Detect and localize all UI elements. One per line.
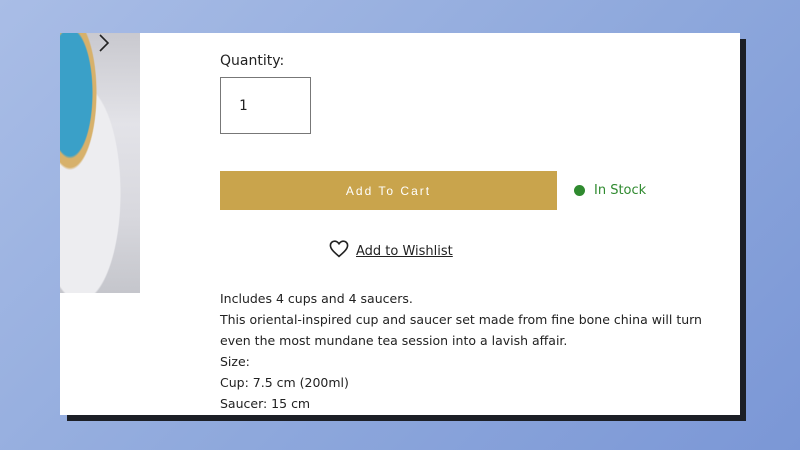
- description-line: This oriental-inspired cup and saucer se…: [220, 312, 702, 348]
- description-line: Size:: [220, 354, 250, 369]
- product-image: [60, 33, 140, 293]
- product-description: Includes 4 cups and 4 saucers. This orie…: [220, 288, 720, 414]
- product-panel: Quantity: Add To Cart In Stock Add to Wi…: [60, 33, 740, 415]
- stock-indicator-dot: [574, 185, 585, 196]
- quantity-input[interactable]: [220, 77, 311, 134]
- chevron-right-icon[interactable]: [94, 33, 114, 53]
- description-line: Includes 4 cups and 4 saucers.: [220, 291, 413, 306]
- wishlist-label: Add to Wishlist: [356, 243, 453, 259]
- description-line: Cup: 7.5 cm (200ml): [220, 375, 349, 390]
- stock-label: In Stock: [594, 183, 647, 198]
- stock-status: In Stock: [574, 183, 646, 198]
- heart-icon: [329, 240, 356, 262]
- description-line: Saucer: 15 cm: [220, 396, 311, 411]
- add-to-wishlist-link[interactable]: Add to Wishlist: [329, 240, 453, 262]
- quantity-label: Quantity:: [220, 53, 285, 69]
- add-to-cart-button[interactable]: Add To Cart: [220, 171, 557, 210]
